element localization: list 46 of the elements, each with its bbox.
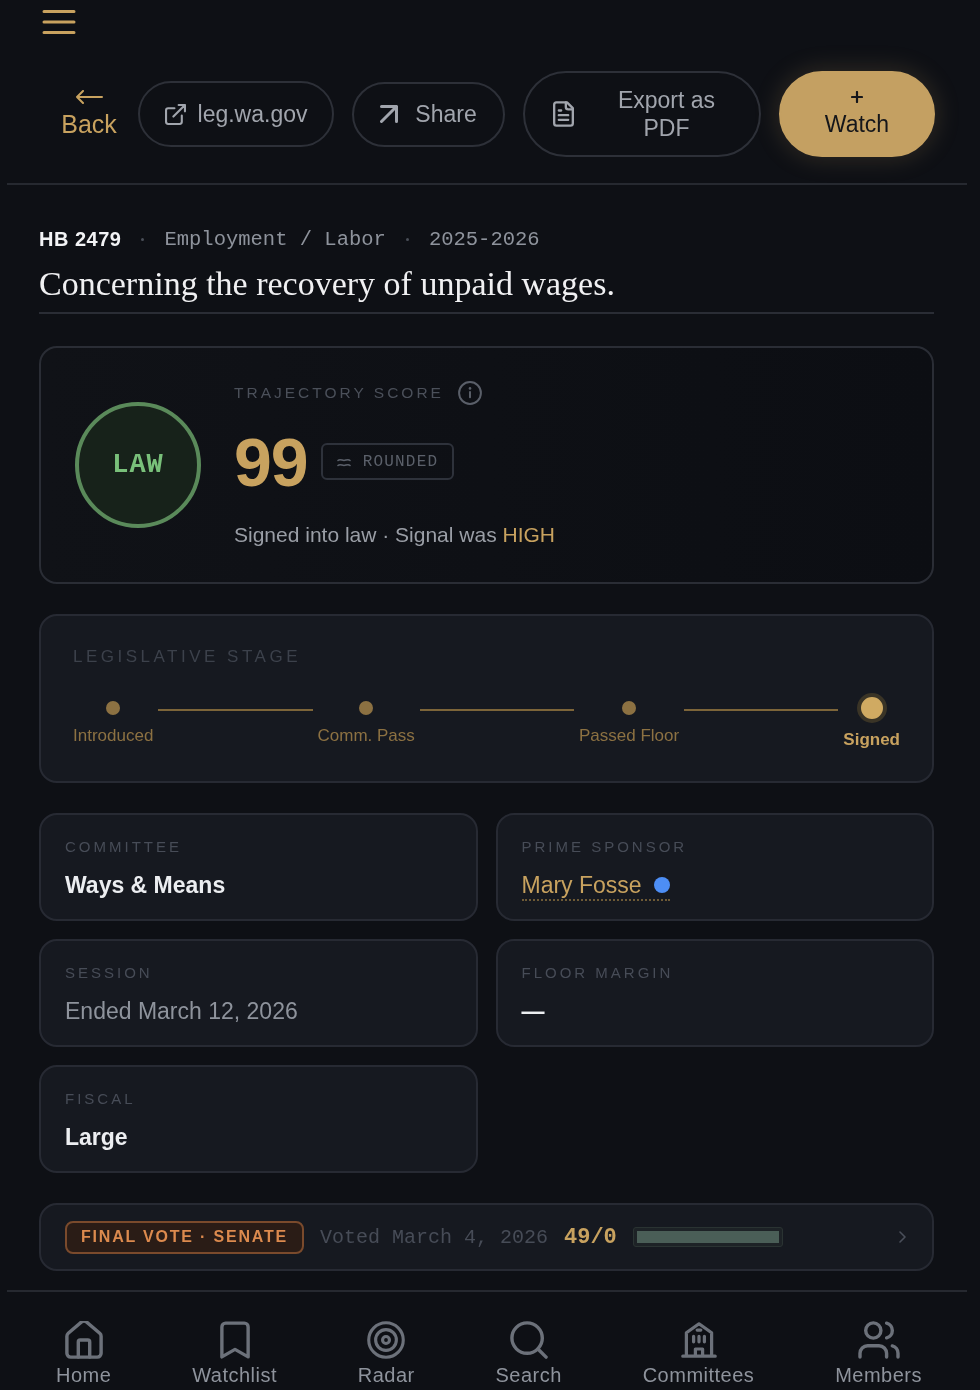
stage-name: Comm. Pass: [317, 726, 415, 746]
bill-number: HB 2479: [39, 227, 122, 251]
arrow-up-right-icon: [380, 105, 399, 123]
nav-item[interactable]: Committees: [642, 1321, 755, 1386]
plus-icon: [851, 90, 863, 103]
building-icon: [680, 1321, 717, 1359]
home-icon: [64, 1321, 103, 1359]
vote-tally: 49/0: [564, 1224, 617, 1250]
score-summary: Signed into law · Signal was HIGH: [234, 521, 555, 548]
nav-item[interactable]: Search: [495, 1321, 562, 1386]
detail-value: Ways & Means: [65, 871, 226, 900]
chevron-right-icon: [899, 1231, 906, 1243]
users-icon: [856, 1321, 901, 1359]
nav-item[interactable]: Radar: [357, 1321, 415, 1386]
bill-session: 2025-2026: [428, 227, 540, 251]
search-icon: [509, 1321, 548, 1359]
nav-item[interactable]: Watchlist: [192, 1321, 277, 1386]
stage-name: Signed: [843, 730, 900, 750]
share-button[interactable]: Share: [352, 81, 505, 147]
bill-topic: Employment / Labor: [164, 227, 386, 251]
approx-icon: [336, 456, 351, 467]
detail-value: Large: [65, 1123, 128, 1152]
target-icon: [367, 1321, 406, 1359]
vote-tag: FINAL VOTE · SENATE: [65, 1220, 304, 1254]
back-button[interactable]: Back: [58, 90, 120, 138]
external-link-icon: [164, 103, 186, 125]
nav-item[interactable]: Home: [56, 1321, 112, 1386]
watch-button[interactable]: Watch: [779, 71, 935, 157]
arrow-left-icon: [75, 90, 103, 104]
document-icon: [553, 101, 574, 127]
score-value: 99: [234, 425, 308, 498]
score-label: TRAJECTORY SCORE: [234, 382, 444, 403]
export-pdf-button[interactable]: Export as PDF: [523, 71, 761, 157]
nav-item[interactable]: Members: [835, 1321, 922, 1386]
status-badge: LAW: [75, 402, 201, 528]
detail-value: —: [521, 997, 545, 1026]
stage-name: Passed Floor: [579, 726, 680, 746]
sponsor-link[interactable]: Mary Fosse: [521, 871, 670, 901]
info-icon[interactable]: [457, 380, 482, 405]
external-link-button[interactable]: leg.wa.gov: [138, 81, 334, 147]
bill-title: Concerning the recovery of unpaid wages.: [39, 264, 615, 304]
stage-name: Introduced: [73, 726, 154, 746]
bookmark-icon: [219, 1321, 250, 1359]
rounded-label: ROUNDED: [362, 452, 439, 471]
menu-icon[interactable]: [42, 9, 76, 35]
detail-value: Ended March 12, 2026: [65, 997, 298, 1026]
